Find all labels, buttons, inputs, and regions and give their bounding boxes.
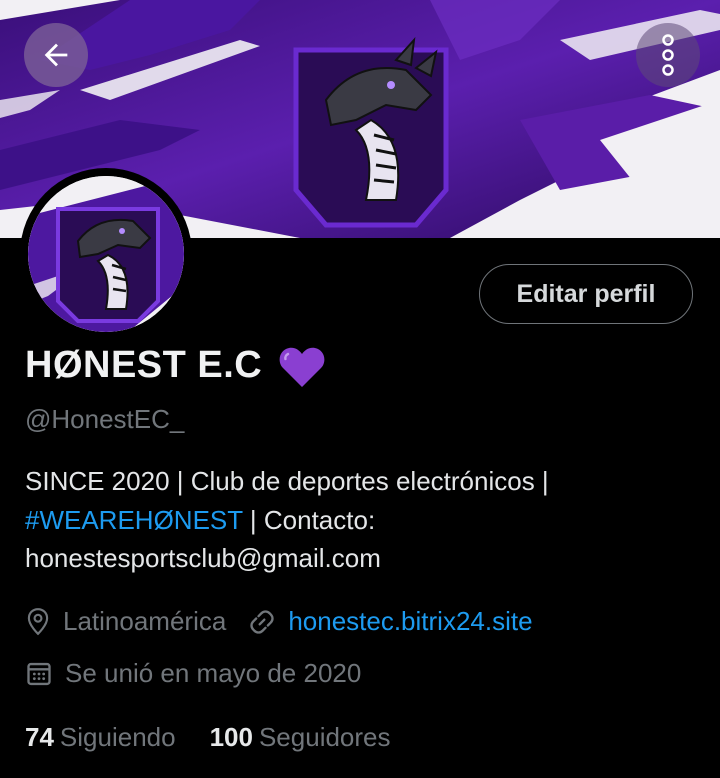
location-pin-icon: [25, 607, 51, 637]
username-handle: @HonestEC_: [25, 404, 185, 434]
following-stat[interactable]: 74 Siguiendo: [25, 722, 176, 753]
profile-meta-joined-row: Se unió en mayo de 2020: [25, 658, 361, 689]
profile-avatar[interactable]: [20, 168, 192, 340]
bio-hashtag-link[interactable]: #WEAREHØNEST: [25, 505, 243, 535]
joined-date-text: Se unió en mayo de 2020: [65, 658, 362, 688]
more-options-button[interactable]: [636, 23, 700, 87]
back-button[interactable]: [24, 23, 88, 87]
edit-profile-button[interactable]: Editar perfil: [479, 264, 693, 324]
following-count: 74: [25, 722, 54, 752]
followers-stat[interactable]: 100 Seguidores: [210, 722, 391, 753]
purple-heart-icon: [278, 345, 326, 387]
profile-name-row: HØNEST E.C: [25, 344, 326, 387]
display-name: HØNEST E.C: [25, 344, 263, 386]
followers-label: Seguidores: [258, 722, 391, 752]
website-link[interactable]: honestec.bitrix24.site: [288, 606, 532, 637]
followers-count: 100: [209, 722, 253, 752]
dragon-crest-icon: [28, 176, 184, 332]
arrow-left-icon: [44, 43, 68, 67]
profile-meta-location-row: Latinoamérica honestec.bitrix24.site: [25, 606, 533, 637]
location-text: Latinoamérica: [63, 606, 227, 636]
profile-bio: SINCE 2020 | Club de deportes electrónic…: [25, 462, 705, 578]
following-label: Siguiendo: [59, 722, 176, 752]
dragon-crest-icon: [293, 36, 449, 228]
vertical-dots-icon: [662, 34, 674, 76]
calendar-icon: [25, 660, 53, 688]
bio-text: SINCE 2020 | Club de deportes electrónic…: [25, 466, 549, 496]
avatar-image: [28, 176, 184, 332]
follow-stats: 74 Siguiendo 100 Seguidores: [25, 722, 425, 753]
link-icon: [248, 608, 276, 636]
